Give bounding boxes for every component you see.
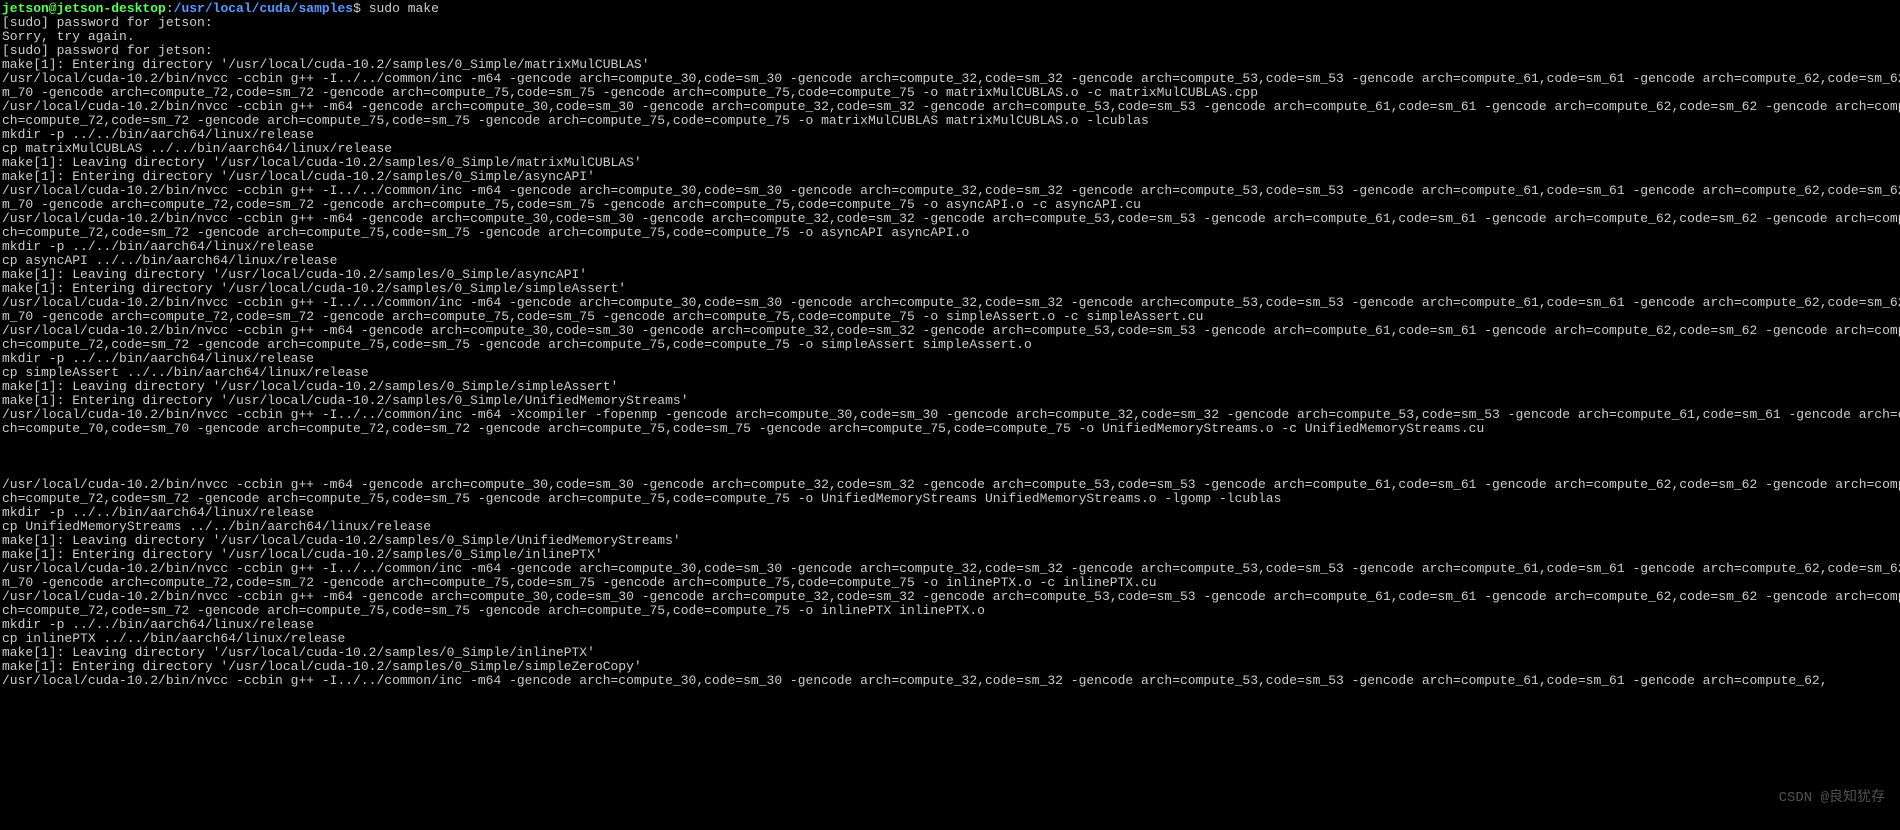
output-line: /usr/local/cuda-10.2/bin/nvcc -ccbin g++… <box>2 478 1898 492</box>
output-line: mkdir -p ../../bin/aarch64/linux/release <box>2 240 1898 254</box>
output-line: m_70 -gencode arch=compute_72,code=sm_72… <box>2 576 1898 590</box>
output-line: ch=compute_72,code=sm_72 -gencode arch=c… <box>2 226 1898 240</box>
output-line: /usr/local/cuda-10.2/bin/nvcc -ccbin g++… <box>2 184 1898 198</box>
output-line: cp simpleAssert ../../bin/aarch64/linux/… <box>2 366 1898 380</box>
terminal[interactable]: jetson@jetson-desktop:/usr/local/cuda/sa… <box>2 2 1898 688</box>
output-line: ch=compute_72,code=sm_72 -gencode arch=c… <box>2 604 1898 618</box>
output-line: make[1]: Leaving directory '/usr/local/c… <box>2 534 1898 548</box>
output-line: /usr/local/cuda-10.2/bin/nvcc -ccbin g++… <box>2 562 1898 576</box>
output-line: /usr/local/cuda-10.2/bin/nvcc -ccbin g++… <box>2 674 1898 688</box>
prompt-line: jetson@jetson-desktop:/usr/local/cuda/sa… <box>2 2 1898 16</box>
output-line: make[1]: Entering directory '/usr/local/… <box>2 548 1898 562</box>
output-line: make[1]: Entering directory '/usr/local/… <box>2 282 1898 296</box>
output-line: cp UnifiedMemoryStreams ../../bin/aarch6… <box>2 520 1898 534</box>
output-line: /usr/local/cuda-10.2/bin/nvcc -ccbin g++… <box>2 100 1898 114</box>
output-line: m_70 -gencode arch=compute_72,code=sm_72… <box>2 198 1898 212</box>
output-line: /usr/local/cuda-10.2/bin/nvcc -ccbin g++… <box>2 212 1898 226</box>
output-line: ch=compute_72,code=sm_72 -gencode arch=c… <box>2 492 1898 506</box>
output-line: make[1]: Leaving directory '/usr/local/c… <box>2 156 1898 170</box>
prompt-separator: : <box>166 1 174 16</box>
output-line: Sorry, try again. <box>2 30 1898 44</box>
output-line: make[1]: Entering directory '/usr/local/… <box>2 170 1898 184</box>
output-line: mkdir -p ../../bin/aarch64/linux/release <box>2 618 1898 632</box>
prompt-user: jetson@jetson-desktop <box>2 1 166 16</box>
output-line: mkdir -p ../../bin/aarch64/linux/release <box>2 352 1898 366</box>
output-line: make[1]: Entering directory '/usr/local/… <box>2 58 1898 72</box>
output-line: /usr/local/cuda-10.2/bin/nvcc -ccbin g++… <box>2 72 1898 86</box>
output-line: [sudo] password for jetson: <box>2 16 1898 30</box>
terminal-output: [sudo] password for jetson:Sorry, try ag… <box>2 16 1898 688</box>
output-line: make[1]: Leaving directory '/usr/local/c… <box>2 268 1898 282</box>
output-line: ch=compute_70,code=sm_70 -gencode arch=c… <box>2 422 1898 436</box>
output-line: mkdir -p ../../bin/aarch64/linux/release <box>2 128 1898 142</box>
output-line: /usr/local/cuda-10.2/bin/nvcc -ccbin g++… <box>2 590 1898 604</box>
output-line: mkdir -p ../../bin/aarch64/linux/release <box>2 506 1898 520</box>
output-line: make[1]: Entering directory '/usr/local/… <box>2 394 1898 408</box>
output-line: /usr/local/cuda-10.2/bin/nvcc -ccbin g++… <box>2 296 1898 310</box>
prompt-path: /usr/local/cuda/samples <box>174 1 353 16</box>
output-line <box>2 464 1898 478</box>
output-line: make[1]: Leaving directory '/usr/local/c… <box>2 380 1898 394</box>
output-line: ch=compute_72,code=sm_72 -gencode arch=c… <box>2 338 1898 352</box>
output-line: ch=compute_72,code=sm_72 -gencode arch=c… <box>2 114 1898 128</box>
prompt-dollar: $ <box>353 1 361 16</box>
output-line: m_70 -gencode arch=compute_72,code=sm_72… <box>2 310 1898 324</box>
output-line: cp matrixMulCUBLAS ../../bin/aarch64/lin… <box>2 142 1898 156</box>
output-line: cp inlinePTX ../../bin/aarch64/linux/rel… <box>2 632 1898 646</box>
output-line: m_70 -gencode arch=compute_72,code=sm_72… <box>2 86 1898 100</box>
output-line <box>2 436 1898 450</box>
output-line: make[1]: Leaving directory '/usr/local/c… <box>2 646 1898 660</box>
watermark: CSDN @良知犹存 <box>1779 791 1885 805</box>
output-line: [sudo] password for jetson: <box>2 44 1898 58</box>
output-line: /usr/local/cuda-10.2/bin/nvcc -ccbin g++… <box>2 408 1898 422</box>
output-line: /usr/local/cuda-10.2/bin/nvcc -ccbin g++… <box>2 324 1898 338</box>
output-line <box>2 450 1898 464</box>
prompt-command: sudo make <box>361 1 439 16</box>
output-line: make[1]: Entering directory '/usr/local/… <box>2 660 1898 674</box>
output-line: cp asyncAPI ../../bin/aarch64/linux/rele… <box>2 254 1898 268</box>
